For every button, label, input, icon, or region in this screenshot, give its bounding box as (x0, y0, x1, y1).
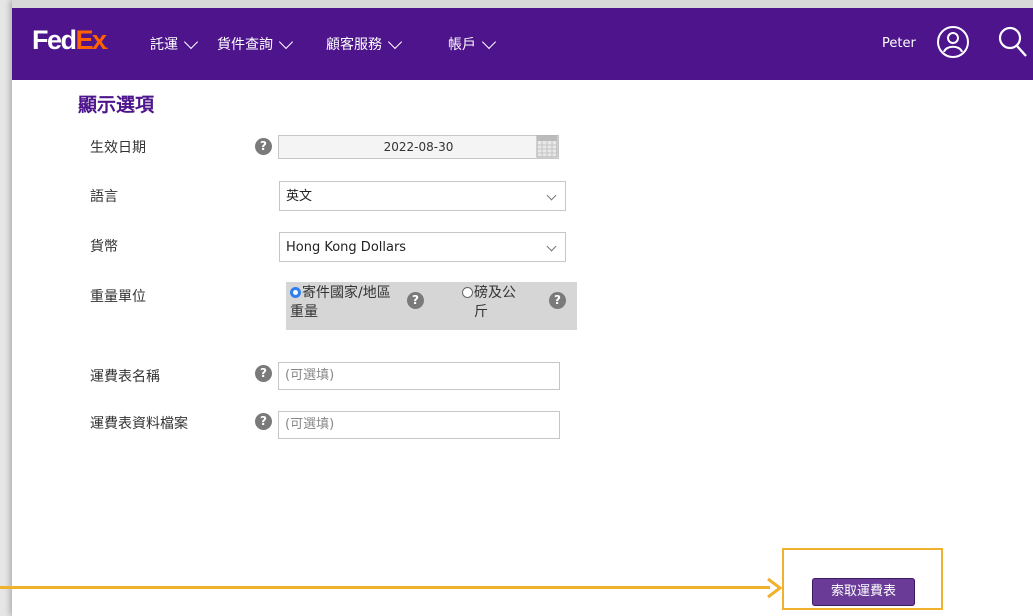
page-title: 顯示選項 (78, 94, 155, 116)
chevron-down-icon (183, 34, 199, 49)
search-icon[interactable] (997, 25, 1029, 59)
calendar-icon[interactable] (536, 135, 558, 158)
user-name[interactable]: Peter (882, 36, 916, 51)
radio-selected[interactable] (290, 287, 301, 298)
rate-sheet-name-input[interactable]: (可選填) (278, 362, 560, 390)
top-navbar: FedEx. 託運 貨件查詢 顧客服務 帳戶 Peter (12, 0, 1033, 80)
language-label: 語言 (90, 189, 118, 205)
effective-date-field[interactable]: 2022-08-30 (278, 135, 559, 159)
chevron-down-icon (278, 34, 294, 49)
chevron-down-icon (387, 34, 403, 49)
help-icon[interactable]: ? (255, 365, 272, 382)
currency-select[interactable]: Hong Kong Dollars (279, 232, 566, 262)
radio-option-origin-weight[interactable]: 寄件國家/地區 重量 (290, 284, 391, 322)
get-rate-sheet-button[interactable]: 索取運費表 (812, 578, 915, 606)
fedex-logo[interactable]: FedEx. (32, 27, 108, 54)
nav-item-tracking[interactable]: 貨件查詢 (217, 34, 294, 54)
help-icon[interactable]: ? (255, 138, 272, 155)
help-icon[interactable]: ? (549, 292, 566, 309)
rate-sheet-file-input[interactable]: (可選填) (278, 411, 560, 439)
annotation-arrow-head-icon (767, 577, 783, 599)
radio-option-lb-kg[interactable]: 磅及公 斤 (462, 284, 516, 322)
chevron-down-icon (546, 190, 557, 201)
rate-sheet-file-label: 運費表資料檔案 (90, 416, 188, 432)
weight-unit-label: 重量單位 (90, 289, 146, 305)
chevron-down-icon (546, 241, 557, 252)
effective-date-label: 生效日期 (90, 140, 146, 156)
chevron-down-icon (481, 34, 497, 49)
user-avatar-icon[interactable] (936, 25, 970, 59)
annotation-arrow-line (0, 586, 770, 589)
help-icon[interactable]: ? (255, 413, 272, 430)
nav-item-support[interactable]: 顧客服務 (326, 34, 403, 54)
rate-sheet-name-label: 運費表名稱 (90, 369, 160, 385)
help-icon[interactable]: ? (407, 292, 424, 309)
weight-unit-radio-group: 寄件國家/地區 重量 ? 磅及公 斤 ? (286, 282, 577, 330)
nav-item-shipping[interactable]: 託運 (150, 34, 199, 54)
nav-item-account[interactable]: 帳戶 (448, 34, 497, 54)
language-select[interactable]: 英文 (279, 181, 566, 211)
currency-label: 貨幣 (90, 239, 118, 255)
radio-unselected[interactable] (462, 287, 473, 298)
